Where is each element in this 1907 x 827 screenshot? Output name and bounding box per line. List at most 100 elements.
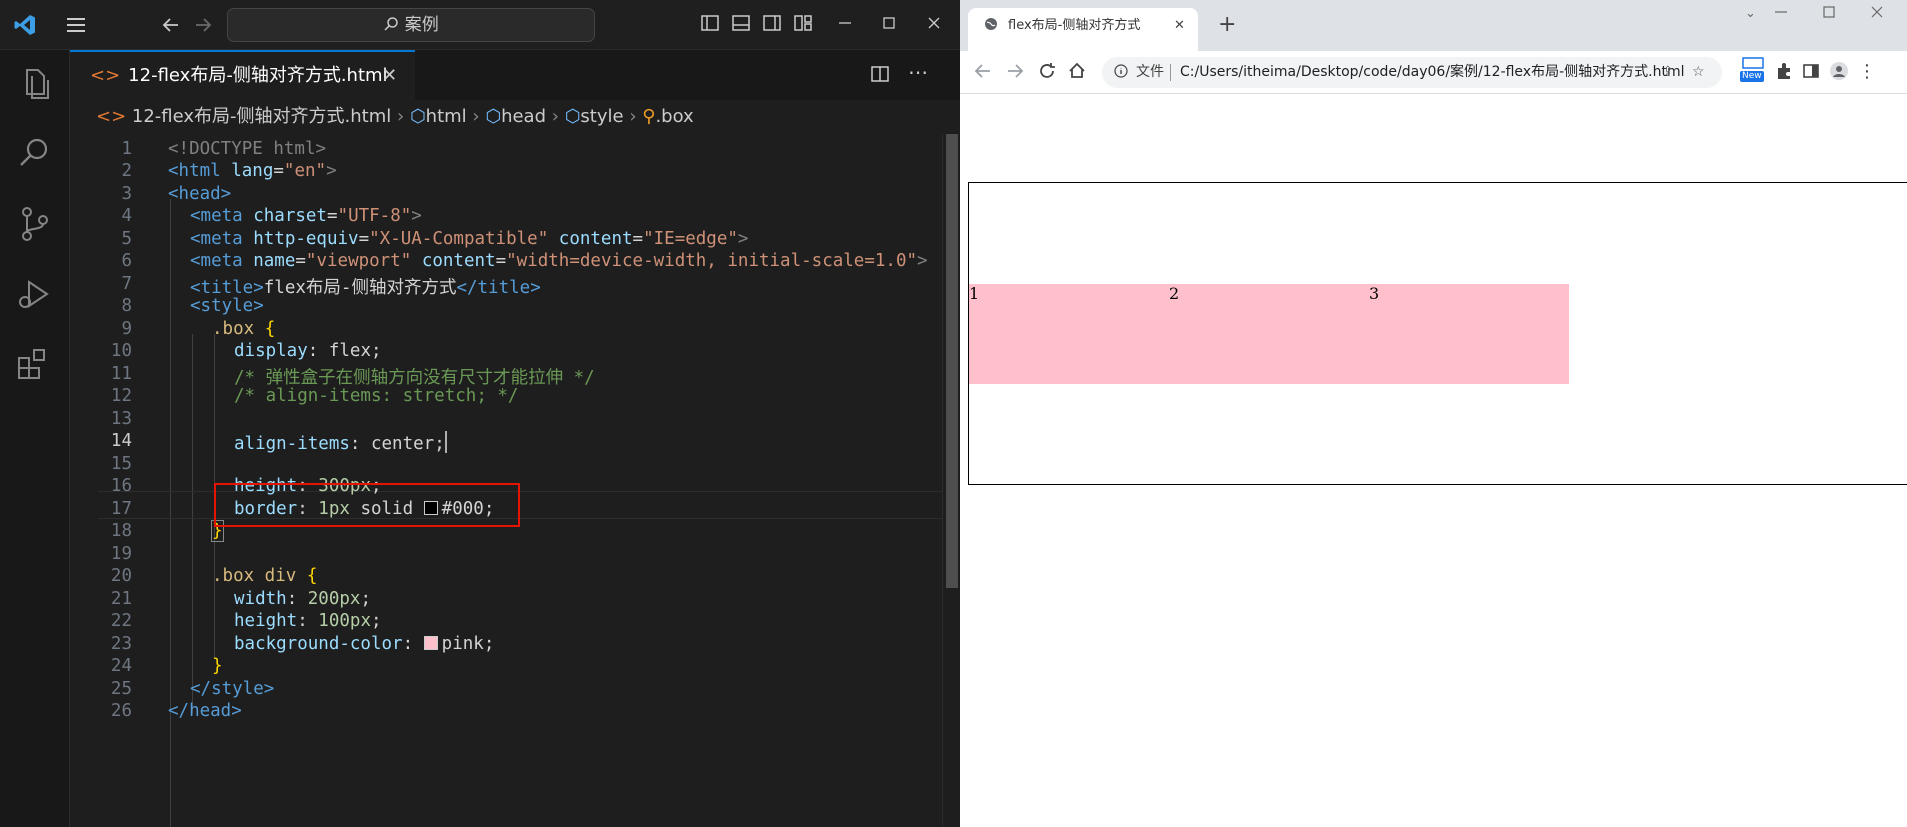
- chrome-toolbar: 文件 C:/Users/itheima/Desktop/code/day06/案…: [960, 51, 1907, 94]
- token: ;: [360, 589, 371, 609]
- token: charset: [253, 206, 327, 226]
- info-icon: [1114, 57, 1128, 88]
- extension-new-icon[interactable]: New: [1740, 57, 1766, 83]
- breadcrumb-html[interactable]: html: [426, 106, 467, 127]
- search-sidebar-icon[interactable]: [13, 131, 57, 175]
- line-number: 12: [110, 386, 132, 406]
- editor-tabs: <> 12-flex布局-侧轴对齐方式.html ✕ ⋯: [70, 50, 960, 100]
- token: >: [917, 251, 928, 271]
- run-debug-icon[interactable]: [13, 272, 57, 316]
- token: =: [358, 229, 370, 249]
- scrollbar-thumb[interactable]: [946, 134, 958, 588]
- menu-icon[interactable]: [64, 13, 88, 42]
- browser-tab[interactable]: flex布局-侧轴对齐方式 ✕: [968, 8, 1198, 51]
- customize-layout-icon[interactable]: [793, 13, 813, 38]
- code-line: align-items: center;: [234, 431, 447, 454]
- code-line: <html lang="en">: [168, 161, 337, 181]
- tab-close-icon[interactable]: ✕: [1174, 8, 1185, 44]
- line-number: 11: [110, 364, 132, 384]
- breadcrumb-selector[interactable]: .box: [655, 106, 693, 127]
- page-viewport: 1 2 3: [960, 95, 1907, 827]
- activity-bar: [0, 50, 70, 827]
- home-icon[interactable]: [1066, 59, 1088, 91]
- color-swatch[interactable]: [423, 636, 438, 650]
- code-editor[interactable]: 1 2 3 4 5 6 7 8 9 10 11 12 13 14 15 16 1…: [70, 134, 942, 827]
- maximize-icon[interactable]: [1820, 2, 1838, 26]
- token: http-equiv: [253, 229, 359, 249]
- close-window-icon[interactable]: [1868, 2, 1886, 26]
- code-line: width: 200px;: [234, 589, 371, 609]
- breadcrumb-file[interactable]: 12-flex布局-侧轴对齐方式.html: [132, 106, 391, 127]
- line-number: 4: [121, 206, 132, 226]
- line-number: 22: [110, 611, 132, 631]
- token: </head>: [168, 701, 242, 721]
- tab-close-icon[interactable]: ✕: [382, 52, 397, 100]
- tab-search-icon[interactable]: ⌄: [1745, 6, 1756, 21]
- line-number: 8: [121, 296, 132, 316]
- code-line: display: flex;: [234, 341, 382, 361]
- token: =: [295, 251, 306, 271]
- token: :: [402, 634, 424, 654]
- line-number: 20: [110, 566, 132, 586]
- breadcrumb-head[interactable]: head: [501, 106, 546, 127]
- address-bar[interactable]: 文件 C:/Users/itheima/Desktop/code/day06/案…: [1102, 57, 1722, 88]
- flex-item-2: 2: [1169, 283, 1369, 384]
- share-icon[interactable]: ⇪: [1662, 57, 1674, 88]
- maximize-icon[interactable]: [880, 13, 898, 38]
- side-panel-icon[interactable]: [1802, 59, 1820, 91]
- breadcrumb-style[interactable]: style: [580, 106, 623, 127]
- reload-icon[interactable]: [1036, 59, 1058, 91]
- token: <style>: [190, 296, 264, 316]
- code-line: .box {: [212, 319, 275, 339]
- new-tab-button[interactable]: +: [1218, 10, 1236, 40]
- bookmark-star-icon[interactable]: ☆: [1692, 57, 1705, 88]
- token: /* align-items: stretch; */: [234, 386, 519, 406]
- extensions-puzzle-icon[interactable]: [1775, 59, 1793, 91]
- source-control-icon[interactable]: [13, 202, 57, 246]
- line-number: 25: [110, 679, 132, 699]
- more-actions-icon[interactable]: ⋯: [908, 60, 928, 84]
- token: lang: [231, 161, 274, 181]
- highlight-annotation-box: [214, 483, 520, 527]
- line-number: 24: [110, 656, 132, 676]
- line-number: 23: [110, 634, 132, 654]
- token: <meta: [190, 251, 254, 271]
- minimize-icon[interactable]: [836, 13, 854, 38]
- toggle-secondary-sidebar-icon[interactable]: [762, 13, 782, 38]
- back-arrow-icon[interactable]: [160, 13, 182, 42]
- token: <meta: [190, 229, 254, 249]
- chrome-menu-icon[interactable]: ⋮: [1858, 59, 1876, 85]
- code-line: <meta http-equiv="X-UA-Compatible" conte…: [190, 229, 748, 249]
- command-center-search[interactable]: 案例: [227, 8, 595, 42]
- editor-tab-active[interactable]: <> 12-flex布局-侧轴对齐方式.html ✕: [70, 50, 415, 100]
- toggle-panel-icon[interactable]: [731, 13, 751, 38]
- line-number: 15: [110, 454, 132, 474]
- token: .box: [212, 319, 265, 339]
- token: content: [548, 229, 633, 249]
- forward-arrow-icon[interactable]: [1004, 59, 1026, 91]
- code-line: <meta name="viewport" content="width=dev…: [190, 251, 928, 271]
- token: >: [326, 161, 337, 181]
- flex-item-3: 3: [1369, 283, 1569, 384]
- code-line: </head>: [168, 701, 242, 721]
- minimize-icon[interactable]: [1772, 2, 1790, 26]
- toggle-sidebar-icon[interactable]: [700, 13, 720, 38]
- back-arrow-icon[interactable]: [972, 59, 994, 91]
- split-editor-icon[interactable]: [870, 64, 890, 88]
- profile-avatar-icon[interactable]: [1828, 59, 1850, 91]
- html-file-icon: <>: [96, 106, 127, 127]
- indent-guide: [192, 334, 193, 714]
- line-number: 6: [121, 251, 132, 271]
- token: }: [212, 656, 223, 676]
- flex-item-1: 1: [969, 283, 1169, 384]
- forward-arrow-icon[interactable]: [192, 13, 214, 42]
- token: </title>: [456, 278, 541, 298]
- token: background-color: [234, 634, 403, 654]
- close-window-icon[interactable]: [925, 13, 943, 38]
- extensions-icon[interactable]: [13, 342, 57, 386]
- token: ;: [434, 434, 445, 454]
- line-number: 19: [110, 544, 132, 564]
- line-number: 1: [121, 139, 132, 159]
- text-cursor: [444, 431, 447, 453]
- explorer-icon[interactable]: [13, 62, 57, 106]
